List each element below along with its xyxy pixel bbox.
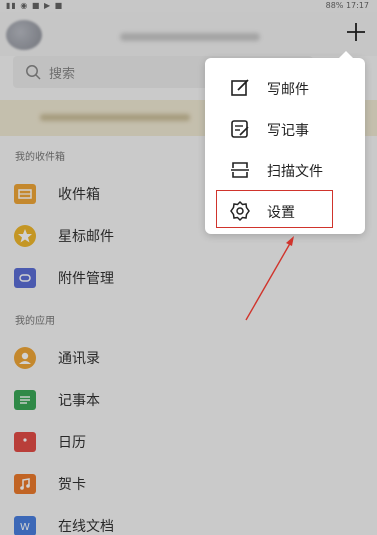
annotation-arrow [245,236,294,321]
mail-app-screen: ▮▮ ◉ ■ ▶ ■ 88% 17:17 搜索 我的收件箱 收件箱 星标邮件 附… [0,0,377,535]
